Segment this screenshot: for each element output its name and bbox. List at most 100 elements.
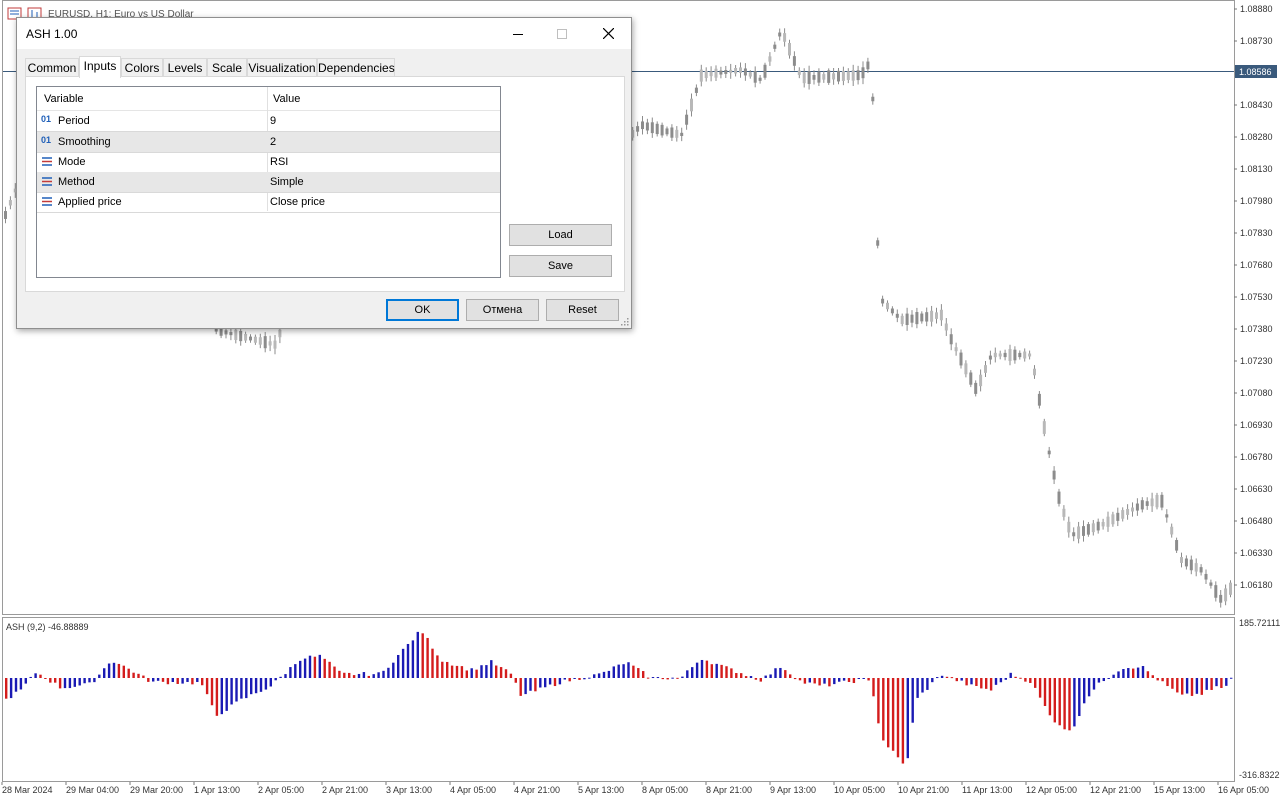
column-value[interactable]: Value bbox=[273, 93, 300, 105]
tab-scale[interactable]: Scale bbox=[207, 58, 247, 77]
price-label: 1.07830 bbox=[1240, 228, 1273, 238]
histogram-bar bbox=[544, 678, 547, 688]
histogram-bar bbox=[112, 662, 116, 678]
histogram-bar bbox=[784, 670, 787, 678]
candle-body bbox=[249, 336, 252, 341]
tab-dependencies[interactable]: Dependencies bbox=[317, 58, 395, 77]
candle-body bbox=[1111, 514, 1115, 525]
tab-levels[interactable]: Levels bbox=[163, 58, 207, 77]
candle-body bbox=[969, 372, 973, 385]
input-value[interactable]: 2 bbox=[270, 136, 276, 148]
histogram-bar bbox=[602, 671, 606, 678]
candle-body bbox=[1204, 573, 1208, 580]
input-row-mode[interactable]: Mode RSI bbox=[37, 152, 500, 173]
histogram-bar bbox=[460, 666, 464, 678]
tab-common[interactable]: Common bbox=[25, 58, 79, 77]
histogram-bar bbox=[720, 664, 723, 678]
histogram-bar bbox=[828, 678, 831, 687]
price-label: 1.06930 bbox=[1240, 420, 1273, 430]
histogram-bar bbox=[504, 669, 508, 678]
histogram-bar bbox=[392, 662, 395, 678]
histogram-bar bbox=[303, 658, 307, 678]
indicator-label: ASH (9,2) -46.88889 bbox=[6, 622, 89, 632]
time-label: 5 Apr 13:00 bbox=[578, 785, 624, 795]
tab-visualization[interactable]: Visualization bbox=[247, 58, 317, 77]
histogram-bar bbox=[985, 678, 988, 689]
input-value[interactable]: RSI bbox=[270, 156, 288, 168]
histogram-bar bbox=[632, 665, 635, 678]
histogram-bar bbox=[1151, 675, 1154, 678]
resize-grip-icon[interactable] bbox=[621, 318, 629, 326]
histogram-bar bbox=[289, 667, 292, 678]
histogram-bar bbox=[137, 673, 140, 678]
candle-body bbox=[900, 315, 904, 324]
save-button[interactable]: Save bbox=[509, 255, 612, 277]
cancel-button[interactable]: Отмена bbox=[466, 299, 539, 321]
histogram-bar bbox=[612, 666, 615, 678]
candle-body bbox=[974, 382, 978, 394]
histogram-bar bbox=[1112, 674, 1115, 678]
histogram-bar bbox=[475, 669, 478, 678]
candle-body bbox=[1219, 594, 1223, 603]
candle-body bbox=[827, 70, 831, 83]
histogram-bar bbox=[940, 675, 944, 678]
input-value[interactable]: Close price bbox=[270, 196, 325, 208]
histogram-bar bbox=[1078, 678, 1081, 717]
histogram-bar bbox=[975, 678, 978, 686]
price-label: 1.07980 bbox=[1240, 196, 1273, 206]
minimize-button[interactable] bbox=[495, 18, 541, 49]
candle-body bbox=[817, 71, 821, 83]
candle-body bbox=[1042, 421, 1046, 434]
time-label: 10 Apr 05:00 bbox=[834, 785, 885, 795]
histogram-bar bbox=[1205, 678, 1208, 690]
load-button[interactable]: Load bbox=[509, 224, 612, 246]
input-row-method[interactable]: Method Simple bbox=[37, 172, 500, 193]
candle-body bbox=[1023, 351, 1027, 359]
histogram-bar bbox=[1215, 678, 1218, 687]
input-row-period[interactable]: 01 Period 9 bbox=[37, 111, 500, 132]
time-label: 8 Apr 05:00 bbox=[642, 785, 688, 795]
tab-inputs[interactable]: Inputs bbox=[79, 56, 121, 78]
maximize-button bbox=[539, 18, 585, 49]
dialog-titlebar[interactable]: ASH 1.00 bbox=[17, 18, 631, 49]
histogram-bar bbox=[1195, 678, 1199, 694]
reset-button[interactable]: Reset bbox=[546, 299, 619, 321]
input-row-smoothing[interactable]: 01 Smoothing 2 bbox=[37, 132, 500, 153]
price-label: 1.08280 bbox=[1240, 132, 1273, 142]
candle-body bbox=[802, 72, 806, 84]
histogram-bar bbox=[867, 678, 870, 681]
close-button[interactable] bbox=[585, 18, 631, 49]
histogram-bar bbox=[230, 678, 233, 705]
candle-body bbox=[719, 70, 723, 75]
time-label: 29 Mar 04:00 bbox=[66, 785, 119, 795]
histogram-bar bbox=[735, 673, 738, 678]
candle-body bbox=[1096, 521, 1100, 531]
candle-body bbox=[1072, 532, 1076, 537]
candle-body bbox=[1214, 585, 1218, 598]
input-row-applied-price[interactable]: Applied price Close price bbox=[37, 192, 500, 213]
grid-header: Variable Value bbox=[37, 87, 500, 111]
ok-button[interactable]: OK bbox=[386, 299, 459, 321]
histogram-bar bbox=[377, 672, 380, 678]
histogram-bar bbox=[328, 661, 331, 678]
histogram-bar bbox=[950, 677, 954, 679]
histogram-bar bbox=[514, 678, 517, 683]
tab-colors[interactable]: Colors bbox=[121, 58, 163, 77]
histogram-bar bbox=[887, 678, 890, 748]
histogram-bar bbox=[1014, 676, 1017, 678]
candle-body bbox=[935, 312, 938, 319]
candle-body bbox=[1018, 352, 1022, 358]
histogram-bar bbox=[132, 672, 135, 678]
histogram-bar bbox=[446, 661, 449, 678]
histogram-bar bbox=[1029, 678, 1032, 683]
histogram-bar bbox=[323, 658, 326, 678]
input-value[interactable]: 9 bbox=[270, 115, 276, 127]
histogram-bar bbox=[1200, 678, 1203, 695]
histogram-bar bbox=[470, 668, 473, 678]
enum-icon bbox=[42, 197, 52, 206]
histogram-bar bbox=[186, 678, 189, 682]
column-variable[interactable]: Variable bbox=[44, 93, 84, 105]
candle-body bbox=[959, 352, 963, 366]
current-price-label: 1.08586 bbox=[1239, 67, 1272, 77]
input-value[interactable]: Simple bbox=[270, 176, 304, 188]
